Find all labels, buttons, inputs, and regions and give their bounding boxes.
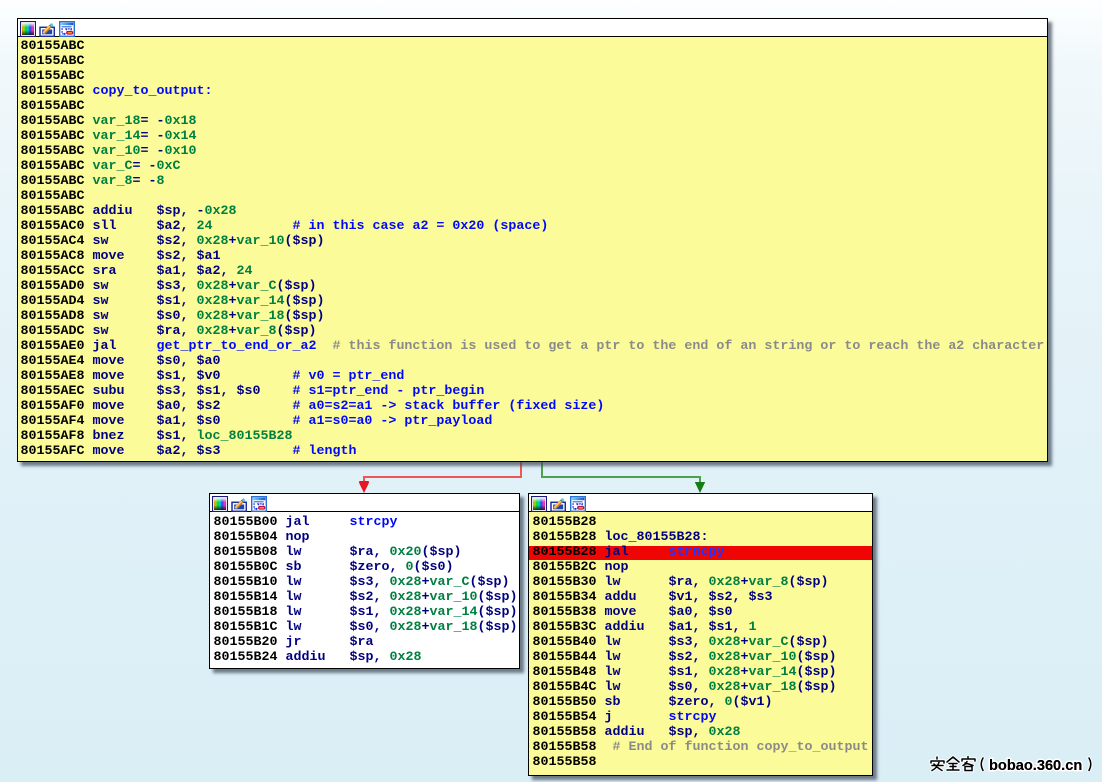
svg-text:bobao.360.cn: bobao.360.cn xyxy=(989,758,1082,774)
